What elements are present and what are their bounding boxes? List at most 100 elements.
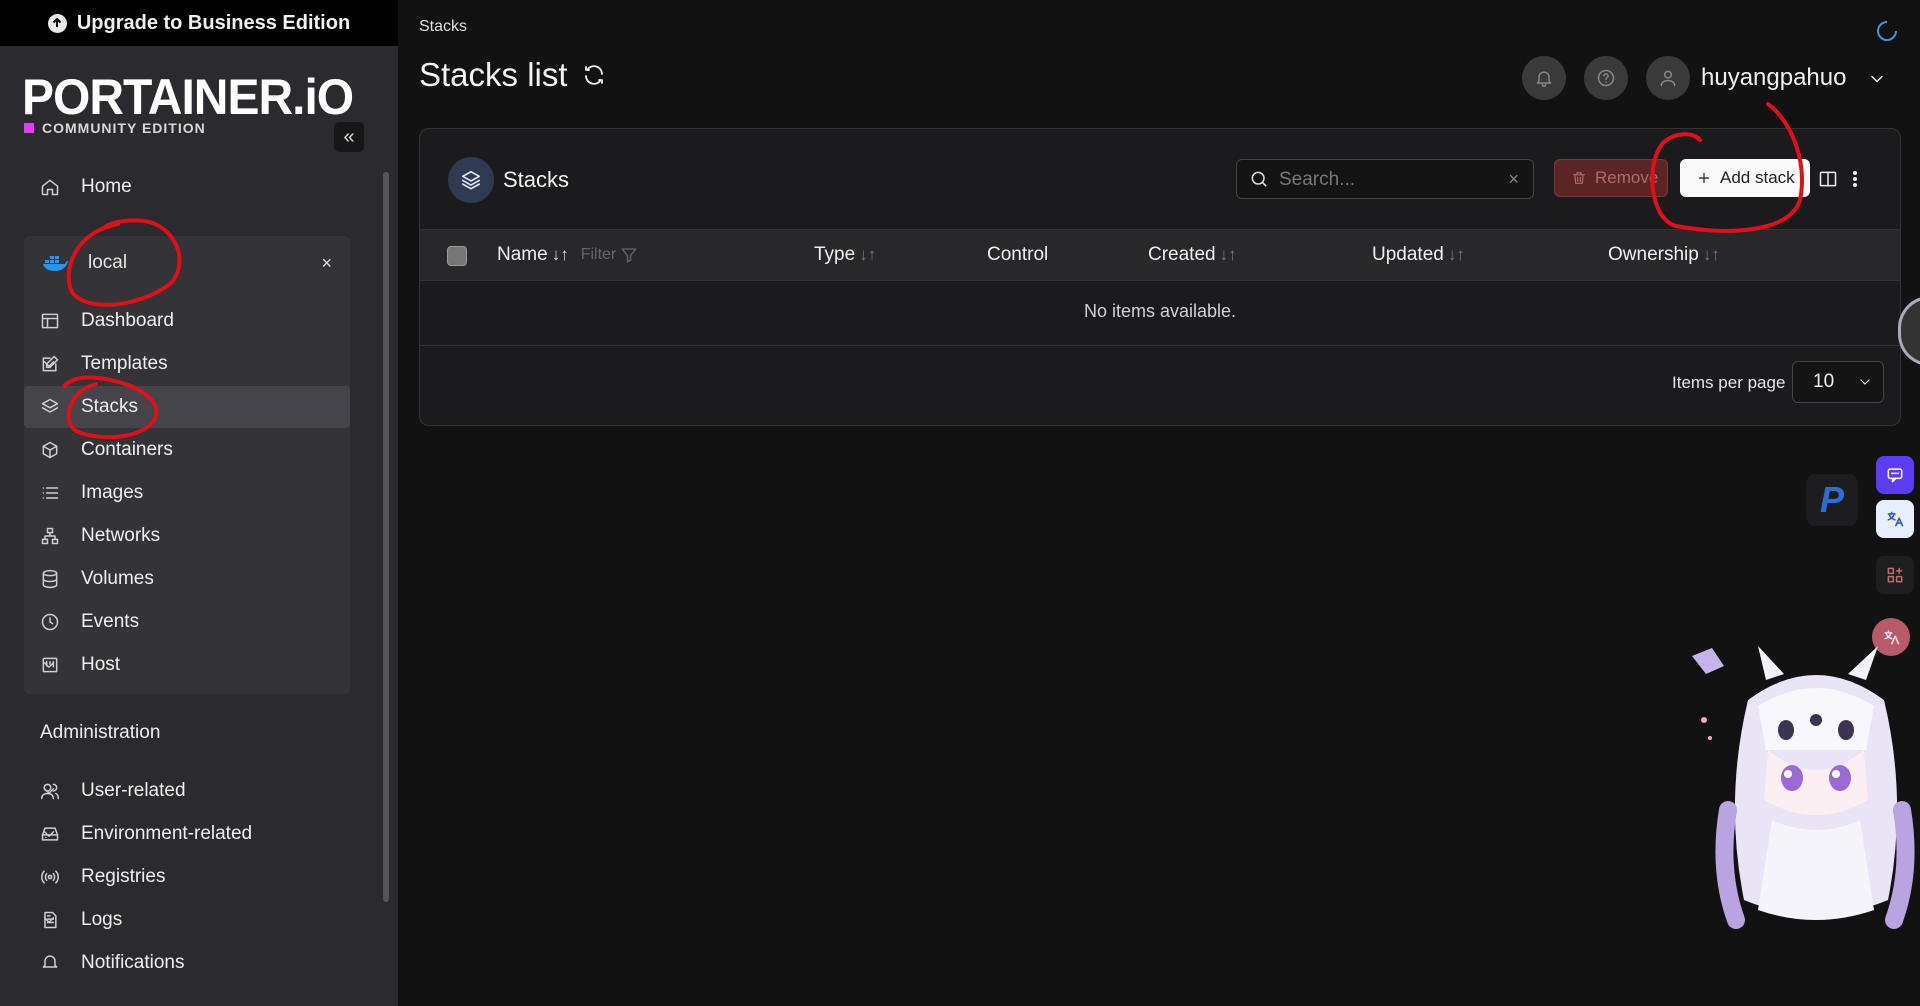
column-created[interactable]: Created ↓↑ [1148,244,1237,266]
empty-table-message: No items available. [1083,301,1237,321]
sidebar-item-label: Host [81,654,121,675]
sort-icon[interactable]: ↓↑ [552,245,569,265]
search-input[interactable] [1277,165,1501,195]
apps-icon[interactable] [1876,556,1914,594]
filter-icon[interactable] [620,246,638,264]
stacks-panel: Stacks × Remove Add stack Name ↓↑ Filter… [419,128,1901,426]
portainer-logo[interactable]: PORTAINER.iO [22,69,354,127]
chevron-down-icon [43,831,55,837]
sidebar-item-label: Dashboard [81,310,174,331]
help-circle-icon [1597,69,1615,87]
breadcrumb[interactable]: Stacks [419,18,467,36]
add-stack-label: Add stack [1720,168,1795,187]
sort-icon[interactable]: ↓↑ [1220,245,1237,265]
sidebar-item-label: Home [81,176,132,197]
chevron-down-icon [43,361,55,367]
user-avatar[interactable] [1646,56,1690,100]
table-header: Name ↓↑ Filter Type ↓↑ Control Created ↓… [420,229,1900,281]
sidebar-item-volumes[interactable]: Volumes [24,558,350,600]
database-icon [42,569,58,589]
sidebar-item-networks[interactable]: Networks [24,515,350,557]
add-stack-button[interactable]: Add stack [1680,159,1810,197]
column-name[interactable]: Name ↓↑ Filter [497,244,638,266]
column-type[interactable]: Type ↓↑ [814,244,876,266]
chevron-down-icon[interactable] [1867,69,1887,89]
sort-icon[interactable]: ↓↑ [1448,245,1465,265]
sidebar-item-label: User-related [81,780,186,801]
sidebar-item-containers[interactable]: Containers [24,429,350,471]
edition-square-icon [24,123,34,133]
items-per-page-value: 10 [1813,371,1835,392]
column-ownership[interactable]: Ownership ↓↑ [1608,244,1720,266]
sidebar-item-home[interactable]: Home [24,166,350,208]
filter-label[interactable]: Filter [581,246,617,264]
user-icon [1660,70,1676,87]
arrow-up-circle-icon [47,13,67,33]
sidebar-item-label: Notifications [81,952,185,973]
notifications-button[interactable] [1522,56,1566,100]
sidebar-item-label: Events [81,611,140,632]
collapse-sidebar-button[interactable]: « [334,122,364,152]
close-environment-icon[interactable]: × [321,253,332,274]
sidebar-scrollbar[interactable] [383,172,389,902]
sidebar-item-registries[interactable]: Registries [24,856,350,898]
paypal-icon[interactable]: P [1806,474,1858,526]
column-control-label: Control [987,244,1049,265]
column-control: Control [987,244,1048,266]
sidebar-item-dashboard[interactable]: Dashboard [24,300,350,342]
plus-icon [1698,172,1710,184]
sidebar-item-notifications[interactable]: Notifications [24,942,350,974]
edition-label: COMMUNITY EDITION [24,120,206,136]
username[interactable]: huyangpahuo [1701,64,1846,92]
search-box: × [1236,159,1534,199]
sidebar-item-stacks[interactable]: Stacks [24,386,350,428]
help-button[interactable] [1584,56,1628,100]
select-all-checkbox[interactable] [447,246,467,266]
sidebar-item-label: Images [81,482,144,503]
mascot-character-icon [1692,646,1915,929]
column-type-label: Type [814,244,856,265]
environment-name: local [88,252,128,273]
more-vertical-icon[interactable] [1852,169,1858,189]
divider [420,345,1900,346]
edition-text: COMMUNITY EDITION [42,120,206,136]
sidebar-item-images[interactable]: Images [24,472,350,514]
search-icon [1251,171,1267,187]
sidebar-item-environment-related[interactable]: Environment-related [24,813,350,855]
radio-icon [41,870,59,884]
remove-button[interactable]: Remove [1554,159,1668,197]
sidebar-item-host[interactable]: Host [24,644,350,686]
items-per-page-select[interactable]: 10 [1792,361,1884,403]
refresh-icon[interactable] [582,63,606,87]
floating-widget-handle[interactable] [1898,296,1920,366]
sidebar-item-events[interactable]: Events [24,601,350,643]
bell-icon [1536,71,1552,88]
network-icon [41,527,59,545]
remove-label: Remove [1595,168,1659,187]
items-per-page-label: Items per page [1672,373,1786,392]
column-updated[interactable]: Updated ↓↑ [1372,244,1465,266]
page-title: Stacks list [419,56,606,94]
sidebar-item-logs[interactable]: Logs [24,899,350,941]
sort-icon[interactable]: ↓↑ [859,245,876,265]
sidebar-item-label: Logs [81,909,123,930]
home-icon [41,179,59,196]
page-title-text: Stacks list [419,56,568,93]
columns-icon[interactable] [1818,169,1838,189]
environment-header[interactable]: local × [24,242,350,284]
sidebar-item-label: Registries [81,866,166,887]
translate-icon[interactable] [1876,500,1914,538]
upgrade-banner[interactable]: Upgrade to Business Edition [0,0,398,46]
dashboard-icon [41,313,59,329]
column-created-label: Created [1148,244,1216,265]
sidebar-item-label: Containers [81,439,173,460]
sidebar-item-user-related[interactable]: User-related [24,770,350,812]
chevron-down-icon [43,917,55,923]
clear-search-icon[interactable]: × [1508,169,1519,190]
layers-icon [41,398,59,413]
column-ownership-label: Ownership [1608,244,1699,265]
chat-icon[interactable] [1876,456,1914,494]
box-icon [42,441,58,459]
sort-icon[interactable]: ↓↑ [1703,245,1720,265]
sidebar-item-templates[interactable]: Templates [24,343,350,385]
